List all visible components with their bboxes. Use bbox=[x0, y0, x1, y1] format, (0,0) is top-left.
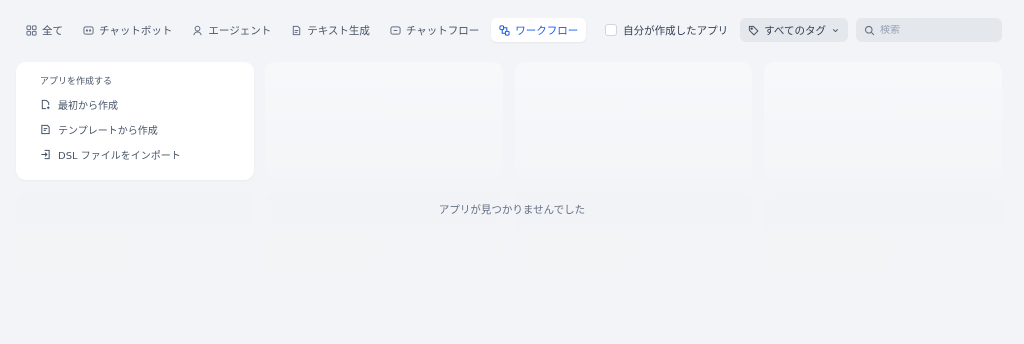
search-input[interactable] bbox=[880, 24, 990, 36]
tab-label: テキスト生成 bbox=[307, 24, 370, 37]
create-item-label: テンプレートから作成 bbox=[58, 125, 158, 137]
create-from-template-button[interactable]: テンプレートから作成 bbox=[40, 120, 230, 138]
create-app-card: アプリを作成する 最初から作成 テンプレートから作成 DSL ファイルをインポー… bbox=[16, 62, 254, 180]
created-by-me-label: 自分が作成したアプリ bbox=[623, 24, 729, 37]
tab-chatbot[interactable]: チャットボット bbox=[75, 18, 180, 42]
tab-label: ワークフロー bbox=[515, 24, 579, 37]
tab-all[interactable]: 全て bbox=[18, 18, 71, 42]
tab-label: チャットフロー bbox=[405, 24, 480, 37]
chatflow-icon bbox=[390, 25, 401, 35]
template-icon bbox=[41, 124, 50, 134]
chatbot-icon bbox=[83, 25, 94, 35]
text-generation-icon bbox=[292, 25, 301, 35]
tab-chatflow[interactable]: チャットフロー bbox=[382, 18, 487, 42]
workflow-icon bbox=[499, 24, 510, 36]
placeholder-card bbox=[515, 62, 752, 180]
chevron-down-icon bbox=[832, 28, 839, 32]
tab-agent[interactable]: エージェント bbox=[184, 18, 279, 42]
placeholder-card bbox=[764, 62, 1002, 180]
create-from-blank-button[interactable]: 最初から作成 bbox=[40, 95, 230, 113]
created-by-me-checkbox[interactable] bbox=[605, 24, 618, 36]
import-icon bbox=[41, 149, 50, 159]
filter-controls: 自分が作成したアプリ すべてのタグ bbox=[605, 18, 1002, 42]
tag-icon bbox=[749, 25, 759, 36]
filter-bar: 全て チャットボット エージェント テキスト生成 チャットフロー ワークフロー … bbox=[0, 0, 1024, 60]
create-app-title: アプリを作成する bbox=[40, 77, 113, 87]
tag-filter-label: すべてのタグ bbox=[764, 24, 826, 37]
create-item-label: DSL ファイルをインポート bbox=[58, 150, 181, 162]
tab-workflow[interactable]: ワークフロー bbox=[491, 18, 587, 42]
tab-label: チャットボット bbox=[99, 24, 173, 37]
placeholder-card bbox=[265, 62, 503, 180]
tab-label: エージェント bbox=[208, 24, 272, 37]
tab-label: 全て bbox=[42, 24, 63, 37]
tag-filter-dropdown[interactable]: すべてのタグ bbox=[740, 18, 848, 42]
created-by-me-toggle[interactable]: 自分が作成したアプリ bbox=[605, 23, 728, 38]
create-item-label: 最初から作成 bbox=[58, 100, 118, 112]
search-icon bbox=[864, 25, 875, 35]
empty-state-message: アプリが見つかりませんでした bbox=[438, 204, 586, 216]
app-type-tabs: 全て チャットボット エージェント テキスト生成 チャットフロー ワークフロー bbox=[18, 18, 587, 42]
grid-icon bbox=[26, 24, 37, 36]
search-box[interactable] bbox=[856, 18, 1002, 42]
new-file-icon bbox=[41, 99, 50, 109]
import-dsl-button[interactable]: DSL ファイルをインポート bbox=[40, 145, 230, 163]
agent-icon bbox=[193, 25, 203, 35]
tab-text-generation[interactable]: テキスト生成 bbox=[283, 18, 378, 42]
